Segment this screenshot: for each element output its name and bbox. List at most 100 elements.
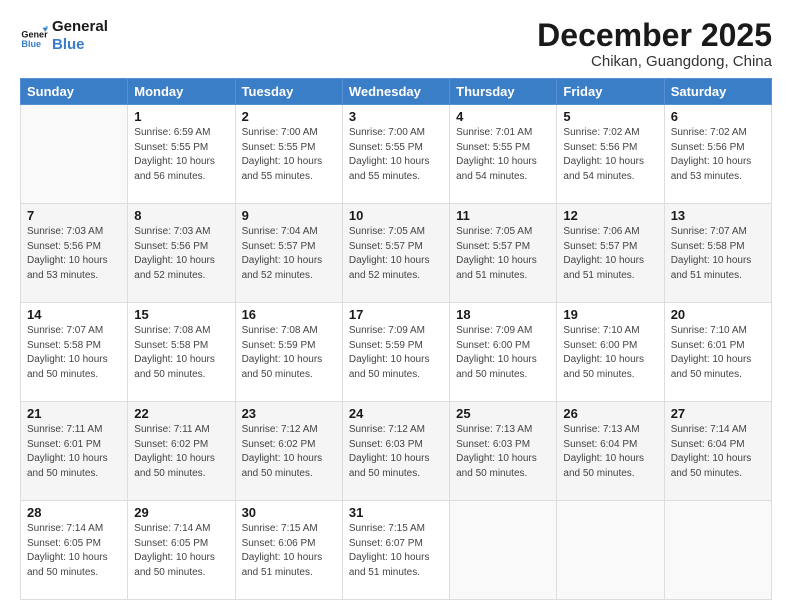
day-info: Sunrise: 7:05 AM Sunset: 5:57 PM Dayligh… xyxy=(349,225,443,283)
day-info: Sunrise: 7:13 AM Sunset: 6:03 PM Dayligh… xyxy=(456,423,550,481)
calendar-day-cell: 31Sunrise: 7:15 AM Sunset: 6:07 PM Dayli… xyxy=(342,501,449,600)
day-info: Sunrise: 7:03 AM Sunset: 5:56 PM Dayligh… xyxy=(134,225,228,283)
svg-text:Blue: Blue xyxy=(21,39,41,49)
day-number: 30 xyxy=(242,505,336,520)
day-info: Sunrise: 7:02 AM Sunset: 5:56 PM Dayligh… xyxy=(671,126,765,184)
day-number: 9 xyxy=(242,208,336,223)
day-info: Sunrise: 7:10 AM Sunset: 6:01 PM Dayligh… xyxy=(671,324,765,382)
header-row: Sunday Monday Tuesday Wednesday Thursday… xyxy=(21,79,772,105)
day-info: Sunrise: 7:11 AM Sunset: 6:02 PM Dayligh… xyxy=(134,423,228,481)
day-number: 26 xyxy=(563,406,657,421)
day-info: Sunrise: 7:07 AM Sunset: 5:58 PM Dayligh… xyxy=(27,324,121,382)
day-info: Sunrise: 7:01 AM Sunset: 5:55 PM Dayligh… xyxy=(456,126,550,184)
calendar-day-cell: 25 Sunrise: 7:13 AM Sunset: 6:03 PM Dayli… xyxy=(450,402,557,501)
day-info: Sunrise: 7:13 AM Sunset: 6:04 PM Dayligh… xyxy=(563,423,657,481)
calendar-day-cell: 12 Sunrise: 7:06 AM Sunset: 5:57 PM Dayli… xyxy=(557,204,664,303)
calendar-day-cell: 8 Sunrise: 7:03 AM Sunset: 5:56 PM Daylig… xyxy=(128,204,235,303)
day-number: 6 xyxy=(671,109,765,124)
day-number: 23 xyxy=(242,406,336,421)
page: General Blue General Blue December 2025 … xyxy=(0,0,792,612)
day-number: 2 xyxy=(242,109,336,124)
th-sunday: Sunday xyxy=(21,79,128,105)
day-info: Sunrise: 7:15 AM Sunset: 6:07 PM Dayligh… xyxy=(349,522,443,580)
day-info: Sunrise: 7:14 AM Sunset: 6:05 PM Dayligh… xyxy=(134,522,228,580)
day-info: Sunrise: 7:09 AM Sunset: 6:00 PM Dayligh… xyxy=(456,324,550,382)
calendar-table: Sunday Monday Tuesday Wednesday Thursday… xyxy=(20,78,772,600)
day-info: Sunrise: 6:59 AM Sunset: 5:55 PM Dayligh… xyxy=(134,126,228,184)
day-number: 29 xyxy=(134,505,228,520)
day-info: Sunrise: 7:09 AM Sunset: 5:59 PM Dayligh… xyxy=(349,324,443,382)
day-number: 17 xyxy=(349,307,443,322)
th-saturday: Saturday xyxy=(664,79,771,105)
day-number: 11 xyxy=(456,208,550,223)
day-number: 14 xyxy=(27,307,121,322)
calendar-day-cell xyxy=(557,501,664,600)
calendar-day-cell: 18 Sunrise: 7:09 AM Sunset: 6:00 PM Dayli… xyxy=(450,303,557,402)
day-number: 22 xyxy=(134,406,228,421)
day-number: 1 xyxy=(134,109,228,124)
calendar-day-cell: 21Sunrise: 7:11 AM Sunset: 6:01 PM Dayli… xyxy=(21,402,128,501)
calendar-day-cell xyxy=(664,501,771,600)
calendar-day-cell: 2 Sunrise: 7:00 AM Sunset: 5:55 PM Daylig… xyxy=(235,105,342,204)
day-number: 7 xyxy=(27,208,121,223)
location-subtitle: Chikan, Guangdong, China xyxy=(537,53,772,70)
calendar-day-cell: 29 Sunrise: 7:14 AM Sunset: 6:05 PM Dayli… xyxy=(128,501,235,600)
day-info: Sunrise: 7:14 AM Sunset: 6:04 PM Dayligh… xyxy=(671,423,765,481)
day-number: 27 xyxy=(671,406,765,421)
day-number: 21 xyxy=(27,406,121,421)
day-info: Sunrise: 7:14 AM Sunset: 6:05 PM Dayligh… xyxy=(27,522,121,580)
th-thursday: Thursday xyxy=(450,79,557,105)
calendar-day-cell: 5Sunrise: 7:02 AM Sunset: 5:56 PM Daylig… xyxy=(557,105,664,204)
day-number: 12 xyxy=(563,208,657,223)
day-number: 15 xyxy=(134,307,228,322)
day-number: 4 xyxy=(456,109,550,124)
calendar-day-cell: 10 Sunrise: 7:05 AM Sunset: 5:57 PM Dayli… xyxy=(342,204,449,303)
svg-text:General: General xyxy=(21,29,48,39)
calendar-day-cell: 3 Sunrise: 7:00 AM Sunset: 5:55 PM Daylig… xyxy=(342,105,449,204)
calendar-day-cell: 20 Sunrise: 7:10 AM Sunset: 6:01 PM Dayli… xyxy=(664,303,771,402)
day-info: Sunrise: 7:03 AM Sunset: 5:56 PM Dayligh… xyxy=(27,225,121,283)
th-friday: Friday xyxy=(557,79,664,105)
calendar-day-cell xyxy=(21,105,128,204)
calendar-day-cell: 17 Sunrise: 7:09 AM Sunset: 5:59 PM Dayli… xyxy=(342,303,449,402)
calendar-week-row: 1 Sunrise: 6:59 AM Sunset: 5:55 PM Daylig… xyxy=(21,105,772,204)
logo-icon: General Blue xyxy=(20,22,48,50)
day-number: 8 xyxy=(134,208,228,223)
day-info: Sunrise: 7:12 AM Sunset: 6:03 PM Dayligh… xyxy=(349,423,443,481)
day-info: Sunrise: 7:08 AM Sunset: 5:58 PM Dayligh… xyxy=(134,324,228,382)
day-number: 18 xyxy=(456,307,550,322)
day-number: 3 xyxy=(349,109,443,124)
day-info: Sunrise: 7:12 AM Sunset: 6:02 PM Dayligh… xyxy=(242,423,336,481)
logo-line1: General xyxy=(52,18,108,36)
calendar-day-cell: 9 Sunrise: 7:04 AM Sunset: 5:57 PM Daylig… xyxy=(235,204,342,303)
day-number: 10 xyxy=(349,208,443,223)
logo-line2: Blue xyxy=(52,36,108,54)
calendar-day-cell: 13Sunrise: 7:07 AM Sunset: 5:58 PM Dayli… xyxy=(664,204,771,303)
day-number: 16 xyxy=(242,307,336,322)
calendar-day-cell: 30Sunrise: 7:15 AM Sunset: 6:06 PM Dayli… xyxy=(235,501,342,600)
day-number: 25 xyxy=(456,406,550,421)
calendar-day-cell: 23 Sunrise: 7:12 AM Sunset: 6:02 PM Dayli… xyxy=(235,402,342,501)
day-number: 24 xyxy=(349,406,443,421)
calendar-day-cell: 7 Sunrise: 7:03 AM Sunset: 5:56 PM Daylig… xyxy=(21,204,128,303)
calendar-week-row: 21Sunrise: 7:11 AM Sunset: 6:01 PM Dayli… xyxy=(21,402,772,501)
calendar-day-cell: 4 Sunrise: 7:01 AM Sunset: 5:55 PM Daylig… xyxy=(450,105,557,204)
day-number: 19 xyxy=(563,307,657,322)
calendar-day-cell: 27 Sunrise: 7:14 AM Sunset: 6:04 PM Dayli… xyxy=(664,402,771,501)
calendar-day-cell: 15 Sunrise: 7:08 AM Sunset: 5:58 PM Dayli… xyxy=(128,303,235,402)
day-info: Sunrise: 7:00 AM Sunset: 5:55 PM Dayligh… xyxy=(242,126,336,184)
calendar-day-cell: 16 Sunrise: 7:08 AM Sunset: 5:59 PM Dayli… xyxy=(235,303,342,402)
th-tuesday: Tuesday xyxy=(235,79,342,105)
day-info: Sunrise: 7:00 AM Sunset: 5:55 PM Dayligh… xyxy=(349,126,443,184)
day-info: Sunrise: 7:06 AM Sunset: 5:57 PM Dayligh… xyxy=(563,225,657,283)
day-number: 5 xyxy=(563,109,657,124)
calendar-day-cell: 24 Sunrise: 7:12 AM Sunset: 6:03 PM Dayli… xyxy=(342,402,449,501)
month-title: December 2025 xyxy=(537,18,772,53)
day-info: Sunrise: 7:08 AM Sunset: 5:59 PM Dayligh… xyxy=(242,324,336,382)
calendar-day-cell: 26 Sunrise: 7:13 AM Sunset: 6:04 PM Dayli… xyxy=(557,402,664,501)
th-wednesday: Wednesday xyxy=(342,79,449,105)
day-number: 28 xyxy=(27,505,121,520)
day-number: 20 xyxy=(671,307,765,322)
day-info: Sunrise: 7:05 AM Sunset: 5:57 PM Dayligh… xyxy=(456,225,550,283)
day-info: Sunrise: 7:04 AM Sunset: 5:57 PM Dayligh… xyxy=(242,225,336,283)
